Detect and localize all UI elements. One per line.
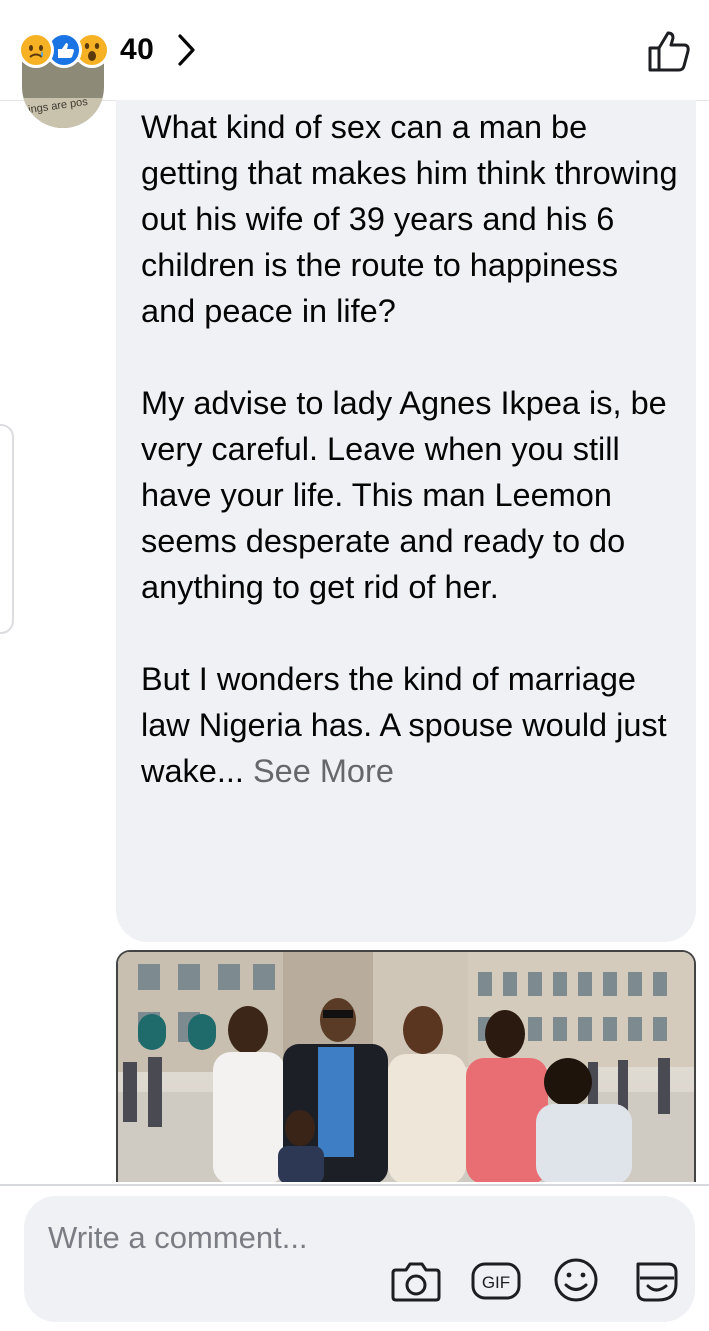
comment-photo[interactable]: [116, 950, 696, 1182]
camera-icon[interactable]: [390, 1256, 442, 1304]
reaction-count[interactable]: 40: [120, 33, 154, 67]
side-drawer-handle[interactable]: [0, 424, 14, 634]
sad-reaction-icon: [18, 32, 54, 68]
comment-paragraph: What kind of sex can a man be getting th…: [141, 109, 678, 329]
gif-label: GIF: [482, 1273, 510, 1292]
comment-input[interactable]: Write a comment...: [48, 1216, 348, 1259]
sticker-icon[interactable]: [630, 1256, 682, 1304]
chevron-right-icon[interactable]: [176, 32, 198, 68]
emoji-icon[interactable]: [550, 1256, 602, 1304]
reactions-header: 40: [0, 0, 709, 100]
composer-divider: [0, 1184, 709, 1186]
gif-icon[interactable]: GIF: [470, 1256, 522, 1304]
comment-text: What kind of sex can a man be getting th…: [141, 104, 681, 840]
avatar[interactable]: ings are pos: [22, 62, 104, 128]
thumbs-up-icon[interactable]: [644, 28, 694, 74]
comment-paragraph: But I wonders the kind of marriage law N…: [141, 656, 681, 794]
comment-paragraph-text: But I wonders the kind of marriage law N…: [141, 661, 667, 789]
see-more-link[interactable]: See More: [253, 753, 394, 789]
reactions-summary[interactable]: 40: [18, 28, 198, 72]
comment-paragraph: My advise to lady Agnes Ikpea is, be ver…: [141, 385, 667, 605]
